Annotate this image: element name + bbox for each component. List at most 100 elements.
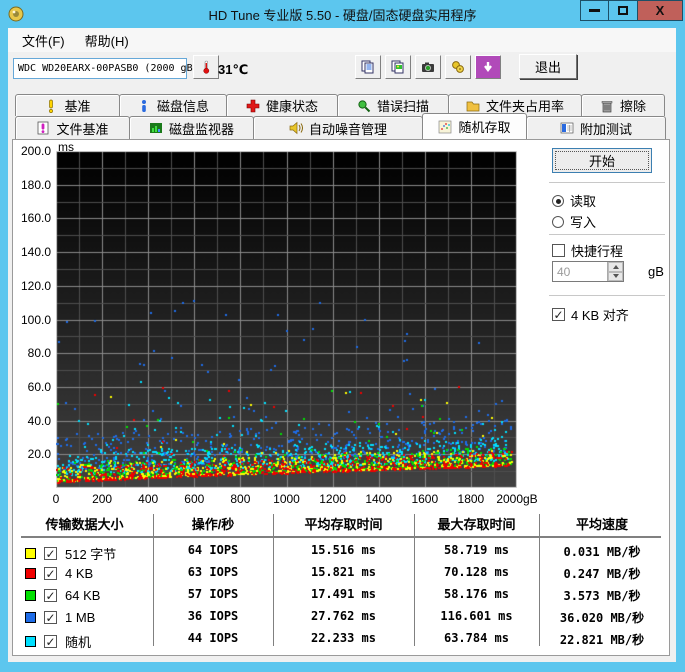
tab-label: 错误扫描 [376, 99, 429, 114]
tab-erase[interactable]: 擦除 [581, 94, 665, 116]
table-cell: 58.176 ms [443, 587, 510, 601]
table-cell: 22.821 MB/秒 [559, 633, 645, 647]
tab-random-access[interactable]: 随机存取 [422, 113, 527, 139]
aam-button[interactable] [445, 55, 471, 79]
extra-tests-icon [560, 122, 574, 134]
table-row: ✓ 64 KB [25, 588, 100, 603]
close-button[interactable]: X [638, 0, 683, 21]
folder-icon [466, 101, 480, 111]
tab-extra-tests[interactable]: 附加测试 [526, 116, 666, 139]
series-checkbox[interactable]: ✓ [44, 547, 57, 561]
tab-label: 擦除 [619, 99, 646, 114]
copy-text-icon [361, 60, 374, 74]
tab-label: 随机存取 [458, 120, 511, 135]
client-area: 文件(F) 帮助(H) WDC WD20EARX-00PASB0 (2000 g… [8, 28, 676, 662]
table-cell: 64 IOPS [187, 543, 239, 557]
random-access-panel: ms 20.0 40.0 60.0 80.0 100.0 120.0 140.0 160.0 1… [12, 139, 670, 656]
menu-file[interactable]: 文件(F) [12, 28, 75, 53]
app-window: HD Tune 专业版 5.50 - 硬盘/固态硬盘实用程序 X 文件(F) 帮… [0, 0, 685, 672]
menu-help[interactable]: 帮助(H) [75, 28, 139, 53]
file-benchmark-icon [38, 121, 49, 135]
maximize-icon [618, 6, 628, 15]
table-cell: 15.821 ms [310, 565, 377, 579]
tab-label: 自动噪音管理 [308, 121, 387, 137]
bar-chart-icon [149, 123, 162, 133]
spinner-up-button[interactable] [608, 262, 623, 272]
table-cell: 22.233 ms [310, 631, 377, 645]
series-checkbox[interactable]: ✓ [44, 611, 57, 625]
col-header: 平均速度 [575, 517, 628, 532]
y-tick-label: 140.0 [20, 245, 51, 260]
tab-health[interactable]: 健康状态 [226, 94, 338, 116]
y-tick-label: 80.0 [27, 346, 51, 361]
arrow-down-icon [612, 274, 619, 279]
table-cell: 116.601 ms [440, 609, 513, 623]
tab-label: 附加测试 [579, 121, 632, 137]
magnifier-icon [358, 99, 371, 112]
benchmark-icon [49, 99, 54, 113]
table-cell: 17.491 ms [310, 587, 377, 601]
health-cross-icon [246, 99, 260, 112]
short-stroke-spinner[interactable]: 40 [552, 261, 624, 282]
x-tick-label: 2000gB [496, 492, 538, 506]
test-controls: 开始 读取 写入 快捷行程 40 gB ✓ 4 KB 对齐 [543, 140, 671, 500]
tab-label: 磁盘监视器 [168, 121, 234, 137]
table-cell: 0.247 MB/秒 [563, 567, 641, 581]
tab-aam[interactable]: 自动噪音管理 [253, 116, 423, 139]
short-stroke-label: 快捷行程 [571, 244, 624, 259]
divider [549, 234, 665, 235]
scatter-plot [56, 151, 517, 488]
table-row: ✓ 512 字节 [25, 544, 116, 563]
minimize-button[interactable] [580, 0, 609, 21]
tab-label: 健康状态 [265, 99, 318, 114]
temperature-value: 31℃ [218, 62, 249, 77]
radio-icon [552, 215, 564, 228]
divider [549, 295, 665, 296]
divider [549, 182, 665, 183]
table-cell: 27.762 ms [310, 609, 377, 623]
toolbar: WDC WD20EARX-00PASB0 (2000 gB) 31℃ 退出 [8, 52, 676, 92]
table-cell: 15.516 ms [310, 543, 377, 557]
download-arrow-icon [484, 62, 492, 72]
temperature-button[interactable] [193, 55, 219, 79]
series-color-swatch [25, 548, 36, 559]
y-tick-label: 160.0 [20, 211, 51, 226]
series-checkbox[interactable]: ✓ [44, 589, 57, 603]
spinner-down-button[interactable] [608, 271, 623, 281]
series-label: 随机 [65, 635, 92, 650]
maximize-button[interactable] [609, 0, 638, 21]
copy-text-button[interactable] [355, 55, 381, 79]
short-stroke-checkbox[interactable]: 快捷行程 [552, 241, 623, 260]
table-row: ✓ 4 KB [25, 566, 93, 581]
tab-disk-monitor[interactable]: 磁盘监视器 [129, 116, 254, 139]
trash-icon [601, 100, 613, 112]
read-radio[interactable]: 读取 [552, 191, 596, 210]
tab-label: 文件基准 [56, 121, 109, 137]
series-checkbox[interactable]: ✓ [44, 635, 57, 649]
title-bar[interactable]: HD Tune 专业版 5.50 - 硬盘/固态硬盘实用程序 X [0, 0, 685, 28]
drive-select[interactable]: WDC WD20EARX-00PASB0 (2000 gB) [13, 58, 209, 79]
tab-label: 基准 [64, 99, 91, 114]
write-radio[interactable]: 写入 [552, 212, 596, 231]
table-cell: 58.719 ms [443, 543, 510, 557]
table-row: ✓ 随机 [25, 632, 91, 651]
align-checkbox[interactable]: ✓ 4 KB 对齐 [552, 305, 629, 324]
table-cell: 3.573 MB/秒 [563, 589, 641, 603]
tab-label: 磁盘信息 [156, 99, 209, 114]
radio-selected-icon [552, 194, 564, 207]
exit-button[interactable]: 退出 [519, 54, 577, 79]
screenshot-button[interactable] [415, 55, 441, 79]
copy-image-button[interactable] [385, 55, 411, 79]
tab-file-benchmark[interactable]: 文件基准 [15, 116, 130, 139]
series-label: 1 MB [65, 610, 96, 625]
y-tick-label: 100.0 [20, 312, 51, 327]
table-cell: 63 IOPS [187, 565, 239, 579]
tab-benchmark[interactable]: 基准 [15, 94, 120, 116]
info-icon [141, 99, 146, 112]
start-button[interactable]: 开始 [552, 148, 652, 173]
camera-icon [422, 62, 434, 72]
update-button[interactable] [475, 55, 501, 79]
series-checkbox[interactable]: ✓ [44, 567, 57, 581]
tab-disk-info[interactable]: 磁盘信息 [119, 94, 227, 116]
table-cell: 36 IOPS [187, 609, 239, 623]
